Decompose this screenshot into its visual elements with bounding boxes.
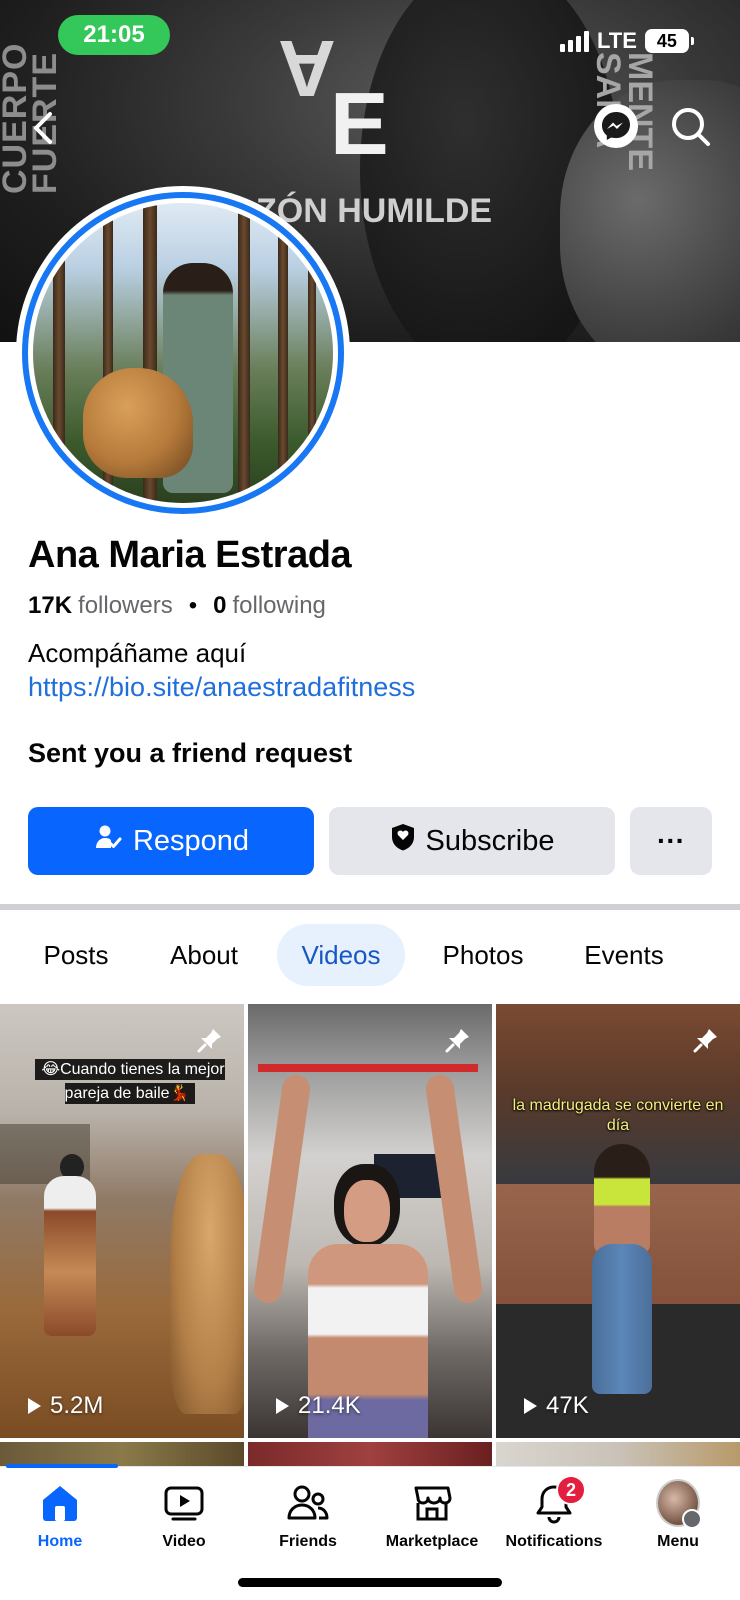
pin-icon bbox=[196, 1026, 224, 1054]
following-label[interactable]: following bbox=[233, 592, 326, 620]
stats-separator: • bbox=[188, 592, 198, 619]
profile-name: Ana Maria Estrada bbox=[28, 534, 352, 576]
video-caption: la madrugada se convierte en día bbox=[512, 1097, 724, 1134]
video-views: 21.4K bbox=[274, 1392, 361, 1420]
battery-level: 45 bbox=[656, 30, 677, 51]
subscribe-label: Subscribe bbox=[425, 824, 555, 857]
nav-home-label: Home bbox=[37, 1533, 83, 1550]
back-icon[interactable] bbox=[26, 104, 62, 152]
menu-hamburger-icon bbox=[682, 1509, 702, 1529]
nav-marketplace-label: Marketplace bbox=[385, 1533, 479, 1550]
video-tile[interactable]: 😂Cuando tienes la mejor pareja de baile💃… bbox=[0, 1004, 244, 1438]
subscribe-shield-icon bbox=[390, 822, 416, 860]
video-views: 47K bbox=[522, 1392, 589, 1420]
profile-tabs: Posts About Videos Photos Events bbox=[0, 924, 740, 988]
pin-icon bbox=[444, 1026, 472, 1054]
respond-label: Respond bbox=[132, 824, 250, 857]
cover-logo-a: A bbox=[278, 24, 336, 113]
respond-person-icon bbox=[93, 822, 123, 860]
play-icon bbox=[28, 1398, 41, 1414]
nav-menu-label: Menu bbox=[657, 1533, 699, 1550]
nav-notifications[interactable]: 2 Notifications bbox=[494, 1475, 614, 1551]
signal-icon bbox=[560, 30, 589, 52]
nav-friends[interactable]: Friends bbox=[248, 1481, 368, 1551]
notification-badge: 2 bbox=[556, 1475, 586, 1505]
nav-video-label: Video bbox=[162, 1533, 206, 1550]
tab-about[interactable]: About bbox=[148, 924, 260, 986]
bell-icon: 2 bbox=[532, 1475, 586, 1525]
cover-logo-e: E bbox=[330, 74, 389, 173]
play-icon bbox=[276, 1398, 289, 1414]
tab-posts[interactable]: Posts bbox=[22, 924, 130, 986]
friend-request-text: Sent you a friend request bbox=[28, 738, 353, 768]
followers-count[interactable]: 17K bbox=[28, 592, 72, 620]
marketplace-icon bbox=[410, 1481, 454, 1525]
more-options-button[interactable]: ··· bbox=[630, 807, 712, 875]
nav-home[interactable]: Home bbox=[0, 1481, 120, 1551]
respond-button[interactable]: Respond bbox=[28, 807, 314, 875]
nav-notifications-label: Notifications bbox=[505, 1533, 603, 1550]
video-icon bbox=[162, 1481, 206, 1525]
network-type: LTE bbox=[597, 28, 637, 53]
followers-label[interactable]: followers bbox=[78, 592, 173, 620]
tab-photos[interactable]: Photos bbox=[424, 924, 542, 986]
profile-stats: 17K followers • 0 following bbox=[28, 592, 326, 620]
status-time: 21:05 bbox=[58, 15, 170, 55]
active-tab-indicator bbox=[6, 1464, 118, 1468]
menu-avatar-icon bbox=[656, 1479, 702, 1529]
status-indicators: LTE 45 bbox=[560, 28, 694, 54]
subscribe-button[interactable]: Subscribe bbox=[329, 807, 615, 875]
nav-marketplace[interactable]: Marketplace bbox=[372, 1481, 492, 1551]
tab-videos[interactable]: Videos bbox=[277, 924, 405, 986]
videos-grid: 😂Cuando tienes la mejor pareja de baile💃… bbox=[0, 1004, 740, 1482]
friends-icon bbox=[286, 1481, 330, 1525]
nav-friends-label: Friends bbox=[279, 1533, 337, 1550]
profile-bio: Acompáñame aquí bbox=[28, 638, 247, 668]
battery-icon: 45 bbox=[644, 29, 694, 53]
messenger-icon[interactable] bbox=[594, 104, 638, 148]
more-dots-icon: ··· bbox=[657, 825, 685, 856]
video-caption: 😂Cuando tienes la mejor pareja de baile💃 bbox=[30, 1058, 230, 1106]
profile-picture[interactable] bbox=[16, 186, 350, 520]
tab-events[interactable]: Events bbox=[568, 924, 680, 986]
video-tile[interactable]: 21.4K bbox=[248, 1004, 492, 1438]
pin-icon bbox=[692, 1026, 720, 1054]
video-tile[interactable]: la madrugada se convierte en día 47K bbox=[496, 1004, 740, 1438]
home-indicator bbox=[238, 1578, 502, 1587]
home-icon bbox=[38, 1481, 82, 1525]
nav-video[interactable]: Video bbox=[124, 1481, 244, 1551]
story-ring bbox=[22, 192, 344, 514]
section-divider bbox=[0, 904, 740, 910]
menu-avatar bbox=[656, 1479, 702, 1529]
play-icon bbox=[524, 1398, 537, 1414]
nav-menu[interactable]: Menu bbox=[618, 1479, 738, 1551]
following-count[interactable]: 0 bbox=[213, 592, 226, 620]
video-views: 5.2M bbox=[26, 1392, 103, 1420]
avatar-photo bbox=[33, 203, 333, 503]
profile-link[interactable]: https://bio.site/anaestradafitness bbox=[28, 672, 415, 703]
search-icon[interactable] bbox=[668, 104, 714, 150]
